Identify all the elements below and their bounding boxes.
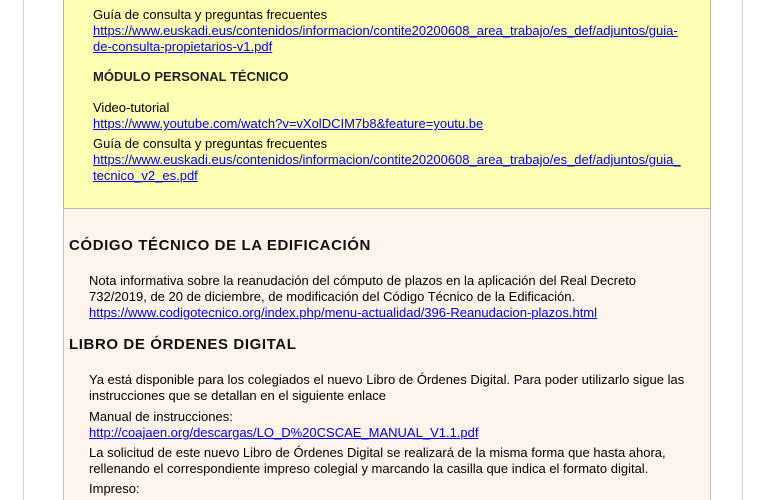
- video-tutorial-link[interactable]: https://www.youtube.com/watch?v=vXolDCIM…: [93, 116, 483, 132]
- libro-intro-line2: instrucciones que se detallan en el sigu…: [89, 388, 387, 403]
- manual-label: Manual de instrucciones:: [89, 409, 233, 424]
- libro-request-line1: La solicitud de este nuevo Libro de Órde…: [89, 445, 666, 460]
- tecnico-guide-link-cont[interactable]: tecnico_v2_es.pdf: [93, 168, 198, 184]
- manual-link[interactable]: http://coajaen.org/descargas/LO_D%20CSCA…: [89, 425, 479, 441]
- impreso-label: Impreso:: [89, 481, 140, 496]
- libro-section-title: LIBRO DE ÓRDENES DIGITAL: [69, 336, 297, 353]
- libro-request-line2: rellenando el correspondiente impreso co…: [89, 461, 649, 476]
- cte-link[interactable]: https://www.codigotecnico.org/index.php/…: [89, 305, 597, 321]
- modulo-tecnico-title: MÓDULO PERSONAL TÉCNICO: [93, 69, 289, 84]
- tecnico-guide-label: Guía de consulta y preguntas frecuentes: [93, 136, 328, 151]
- propietarios-guide-label: Guía de consulta y preguntas frecuentes: [93, 7, 328, 22]
- propietarios-guide-link-cont[interactable]: de-consulta-propietarios-v1.pdf: [93, 39, 272, 55]
- propietarios-guide-link[interactable]: https://www.euskadi.eus/contenidos/infor…: [93, 23, 678, 39]
- libro-intro-line1: Ya está disponible para los colegiados e…: [89, 372, 685, 387]
- tecnico-guide-link[interactable]: https://www.euskadi.eus/contenidos/infor…: [93, 152, 681, 168]
- cte-section-title: CÓDIGO TÉCNICO DE LA EDIFICACIÓN: [69, 237, 371, 254]
- cut-off-line: [94, 0, 98, 6]
- cte-note-line1: Nota informativa sobre la reanudación de…: [89, 273, 637, 288]
- video-tutorial-label: Video-tutorial: [93, 100, 170, 115]
- cte-note-line2: 732/2019, de 20 de diciembre, de modific…: [89, 289, 576, 304]
